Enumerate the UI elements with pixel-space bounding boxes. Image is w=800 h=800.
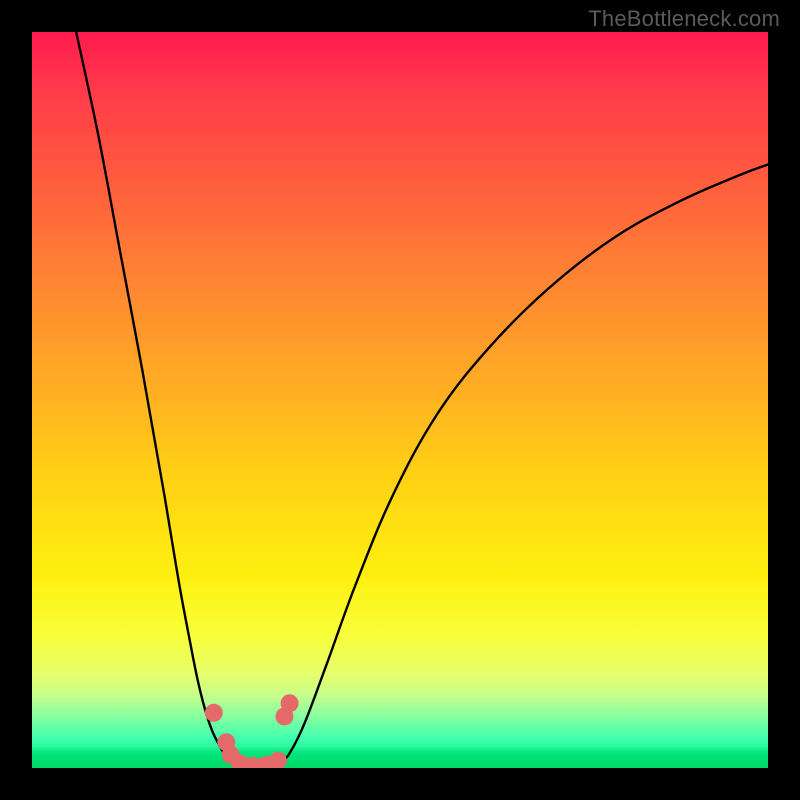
watermark-text: TheBottleneck.com — [588, 6, 780, 32]
chart-stage: TheBottleneck.com — [0, 0, 800, 800]
curve-markers — [205, 694, 299, 768]
bottleneck-curve — [76, 32, 768, 767]
curve-marker — [205, 704, 223, 722]
curve-marker — [281, 694, 299, 712]
curve-layer — [32, 32, 768, 768]
curve-marker — [269, 752, 287, 768]
plot-area — [32, 32, 768, 768]
